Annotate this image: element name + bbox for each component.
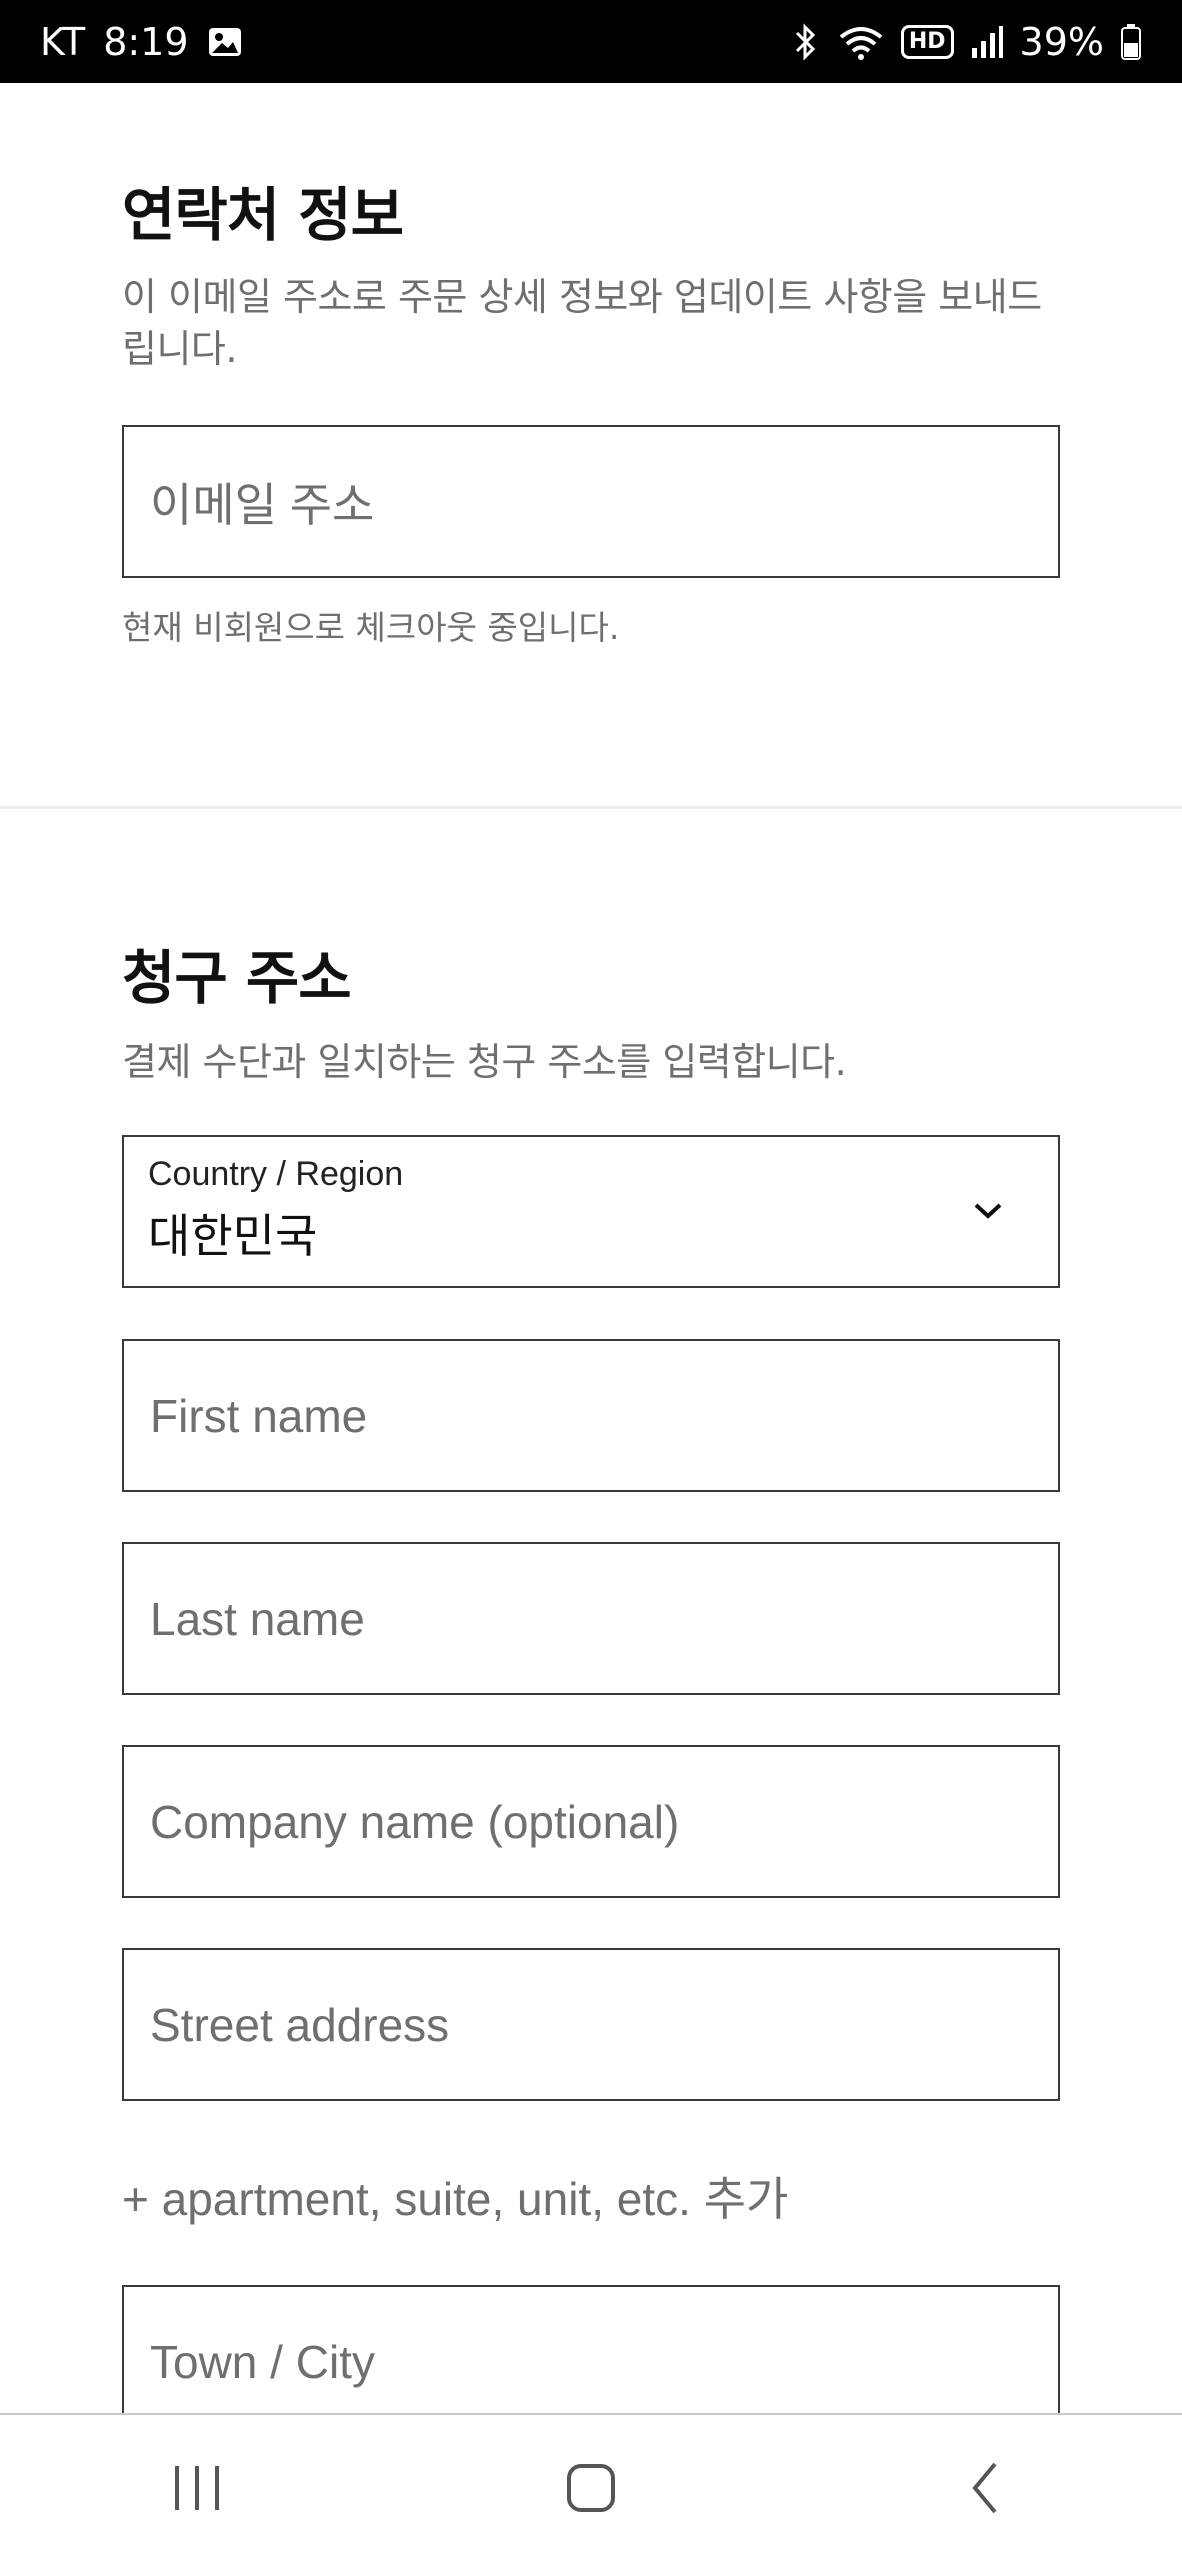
country-label: Country / Region xyxy=(148,1155,404,1193)
billing-section: 청구 주소 xyxy=(122,931,1060,1015)
home-button[interactable] xyxy=(531,2448,651,2528)
last-name-placeholder: Last name xyxy=(150,1592,365,1645)
email-field[interactable]: 이메일 주소 xyxy=(122,425,1060,578)
recent-apps-icon xyxy=(175,2465,219,2510)
first-name-field[interactable]: First name xyxy=(122,1339,1060,1492)
bluetooth-icon xyxy=(791,22,821,61)
billing-title: 청구 주소 xyxy=(122,944,352,1012)
home-icon xyxy=(567,2463,615,2512)
add-apartment-link[interactable]: + apartment, suite, unit, etc. 추가 xyxy=(122,2163,788,2229)
clock: 8:19 xyxy=(103,19,189,64)
battery-percent: 39% xyxy=(1019,19,1104,64)
town-city-field[interactable]: Town / City xyxy=(122,2285,1060,2413)
country-value: 대한민국 xyxy=(148,1209,318,1263)
contact-section: 연락처 정보 xyxy=(122,168,1060,252)
last-name-field[interactable]: Last name xyxy=(122,1542,1060,1695)
contact-title: 연락처 정보 xyxy=(122,181,404,249)
battery-icon xyxy=(1120,23,1142,61)
status-left: KT 8:19 xyxy=(40,20,243,64)
back-button[interactable] xyxy=(925,2448,1045,2528)
recent-apps-button[interactable] xyxy=(137,2448,257,2528)
street-address-placeholder: Street address xyxy=(150,1998,450,2051)
hd-voice-icon: HD xyxy=(900,24,954,59)
company-name-field[interactable]: Company name (optional) xyxy=(122,1745,1060,1898)
first-name-placeholder: First name xyxy=(150,1389,368,1442)
country-select[interactable]: Country / Region 대한민국 xyxy=(122,1135,1060,1288)
carrier-label: KT xyxy=(40,19,86,64)
status-bar: KT 8:19 HD 39% xyxy=(0,0,1182,83)
guest-checkout-note: 현재 비회원으로 체크아웃 중입니다. xyxy=(122,608,620,647)
contact-description: 이 이메일 주소로 주문 상세 정보와 업데이트 사항을 보내드립니다. xyxy=(122,275,1042,371)
section-divider xyxy=(0,806,1182,809)
checkout-form: 연락처 정보 이 이메일 주소로 주문 상세 정보와 업데이트 사항을 보내드립… xyxy=(0,83,1182,2413)
billing-description: 결제 수단과 일치하는 청구 주소를 입력합니다. xyxy=(122,1040,847,1084)
back-icon xyxy=(972,2462,997,2513)
status-right: HD 39% xyxy=(791,20,1142,64)
chevron-down-icon xyxy=(974,1203,1002,1219)
email-placeholder: 이메일 주소 xyxy=(150,478,375,531)
navigation-bar xyxy=(0,2413,1182,2560)
wifi-icon xyxy=(837,23,885,61)
image-icon xyxy=(207,24,243,60)
company-name-placeholder: Company name (optional) xyxy=(150,1795,680,1848)
street-address-field[interactable]: Street address xyxy=(122,1948,1060,2101)
signal-icon xyxy=(970,24,1004,60)
town-city-placeholder: Town / City xyxy=(150,2335,375,2388)
